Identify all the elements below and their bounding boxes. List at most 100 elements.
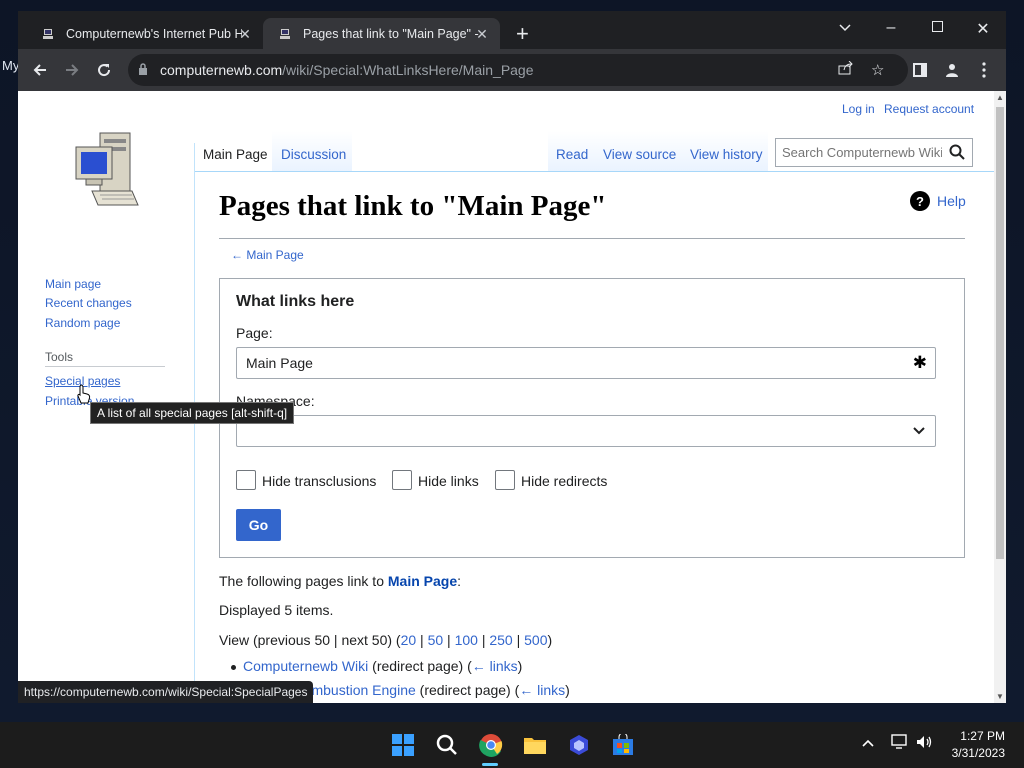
chevron-up-icon[interactable] [862, 734, 874, 750]
taskbar-search-icon[interactable] [433, 731, 461, 759]
sidebar-item-random-page[interactable]: Random page [45, 316, 120, 330]
help-icon: ? [910, 191, 930, 211]
bookmark-star-icon[interactable]: ☆ [871, 61, 884, 79]
search-input[interactable] [782, 145, 942, 160]
result-backlinks-link[interactable]: ← links [519, 682, 565, 698]
minimize-icon[interactable]: – [876, 19, 906, 37]
chevron-down-icon [913, 422, 925, 440]
list-item: Computernewb Wiki (redirect page) (← lin… [243, 658, 523, 674]
scroll-down-arrow-icon[interactable]: ▼ [996, 692, 1004, 701]
content-area: Pages that link to "Main Page" ? Help ← … [195, 171, 994, 703]
page-field-label: Page: [236, 325, 273, 341]
browser-toolbar: computernewb.com/wiki/Special:WhatLinksH… [18, 49, 1006, 91]
microsoft-store-icon[interactable] [609, 731, 637, 759]
chrome-icon[interactable] [477, 731, 505, 759]
app-icon[interactable] [565, 731, 593, 759]
result-link[interactable]: Computernewb Wiki [243, 658, 368, 674]
form-legend: What links here [236, 293, 355, 310]
hide-redirects-label: Hide redirects [521, 473, 608, 489]
page-title: Pages that link to "Main Page" [219, 190, 607, 222]
tab-what-links-here[interactable]: Pages that link to "Main Page" - C ✕ [263, 18, 500, 49]
volume-icon[interactable] [916, 734, 934, 753]
tab-discussion[interactable]: Discussion [281, 147, 346, 162]
wiki-favicon-icon [277, 26, 293, 42]
hide-redirects-checkbox[interactable] [495, 470, 515, 490]
main-page-bold-link[interactable]: Main Page [388, 573, 457, 589]
hide-transclusions-label: Hide transclusions [262, 473, 377, 489]
tab-strip: Computernewb's Internet Pub Ho ✕ Pages t… [18, 11, 1006, 49]
new-tab-icon[interactable]: + [516, 23, 529, 45]
tab-view-history[interactable]: View history [690, 147, 763, 162]
limit-50-link[interactable]: 50 [428, 632, 444, 648]
limit-500-link[interactable]: 500 [524, 632, 547, 648]
tab-main-page[interactable]: Main Page [203, 147, 268, 162]
url-text: computernewb.com/wiki/Special:WhatLinksH… [160, 62, 534, 78]
clock-time: 1:27 PM [960, 729, 1005, 743]
active-app-indicator [482, 763, 498, 766]
lock-icon [138, 63, 148, 81]
wiki-favicon-icon [40, 26, 56, 42]
menu-kebab-icon[interactable] [972, 58, 996, 82]
clock-date: 3/31/2023 [951, 746, 1005, 760]
tab-title: Computernewb's Internet Pub Ho [66, 26, 242, 41]
sidebar-tools-heading: Tools [45, 350, 74, 364]
namespace-select[interactable] [236, 415, 936, 447]
what-links-here-form: What links here Page: Main Page ✱ Namesp… [219, 278, 965, 558]
tab-internet-pub[interactable]: Computernewb's Internet Pub Ho ✕ [26, 18, 263, 49]
following-pages-text: The following pages link to Main Page: [219, 573, 462, 589]
tab-view-source[interactable]: View source [603, 147, 676, 162]
forward-arrow-icon[interactable] [60, 58, 84, 82]
scrollbar-thumb[interactable] [996, 107, 1004, 559]
login-link[interactable]: Log in [842, 102, 875, 116]
sidebar-divider [45, 366, 165, 367]
title-divider [219, 238, 965, 239]
sidebar-item-main-page[interactable]: Main page [45, 277, 101, 291]
network-icon[interactable] [891, 734, 909, 753]
system-clock[interactable]: 1:27 PM 3/31/2023 [952, 728, 1005, 762]
search-icon[interactable] [949, 144, 965, 165]
help-label: Help [937, 193, 966, 209]
start-windows-icon[interactable] [389, 731, 417, 759]
required-asterisk-icon: ✱ [912, 353, 927, 372]
back-to-main-page-link[interactable]: ← Main Page [231, 248, 304, 262]
browser-window: Computernewb's Internet Pub Ho ✕ Pages t… [18, 11, 1006, 703]
wiki-logo-computer-icon[interactable] [70, 129, 140, 216]
limit-20-link[interactable]: 20 [401, 632, 417, 648]
sidebar-item-recent-changes[interactable]: Recent changes [45, 296, 132, 310]
reload-icon[interactable] [92, 58, 116, 82]
scroll-up-arrow-icon[interactable]: ▲ [996, 93, 1004, 102]
result-backlinks-link[interactable]: ← links [472, 658, 518, 674]
page-scrollbar[interactable]: ▲ ▼ [994, 91, 1006, 703]
go-button[interactable]: Go [236, 509, 281, 541]
page-field-value: Main Page [246, 355, 313, 371]
back-arrow-icon[interactable] [28, 58, 52, 82]
tab-search-chevron-icon[interactable] [830, 19, 860, 37]
hide-transclusions-checkbox[interactable] [236, 470, 256, 490]
limit-250-link[interactable]: 250 [489, 632, 512, 648]
tab-title: Pages that link to "Main Page" - C [303, 26, 479, 41]
hide-links-checkbox[interactable] [392, 470, 412, 490]
hand-cursor-icon [77, 384, 91, 409]
profile-icon[interactable] [940, 58, 964, 82]
close-window-icon[interactable]: ✕ [968, 19, 998, 39]
share-icon[interactable] [838, 60, 854, 79]
displayed-count: Displayed 5 items. [219, 602, 334, 618]
search-box[interactable] [775, 138, 973, 167]
close-tab-icon[interactable]: ✕ [237, 26, 253, 43]
close-tab-icon[interactable]: ✕ [474, 26, 490, 43]
desktop-text-fragment: My [2, 58, 20, 73]
list-bullet [231, 665, 236, 670]
limit-100-link[interactable]: 100 [455, 632, 478, 648]
help-link[interactable]: ? Help [910, 191, 966, 211]
windows-taskbar: 1:27 PM 3/31/2023 [0, 722, 1024, 768]
address-bar[interactable]: computernewb.com/wiki/Special:WhatLinksH… [128, 54, 908, 86]
pagination-limits: View (previous 50 | next 50) (20 | 50 | … [219, 632, 553, 648]
page-field[interactable]: Main Page ✱ [236, 347, 936, 379]
hide-links-label: Hide links [418, 473, 479, 489]
request-account-link[interactable]: Request account [884, 102, 974, 116]
maximize-icon[interactable] [922, 19, 952, 37]
side-panel-icon[interactable] [908, 58, 932, 82]
file-explorer-icon[interactable] [521, 731, 549, 759]
wiki-page: Log in Request account Main page Recent … [18, 91, 994, 703]
tab-read[interactable]: Read [556, 147, 588, 162]
